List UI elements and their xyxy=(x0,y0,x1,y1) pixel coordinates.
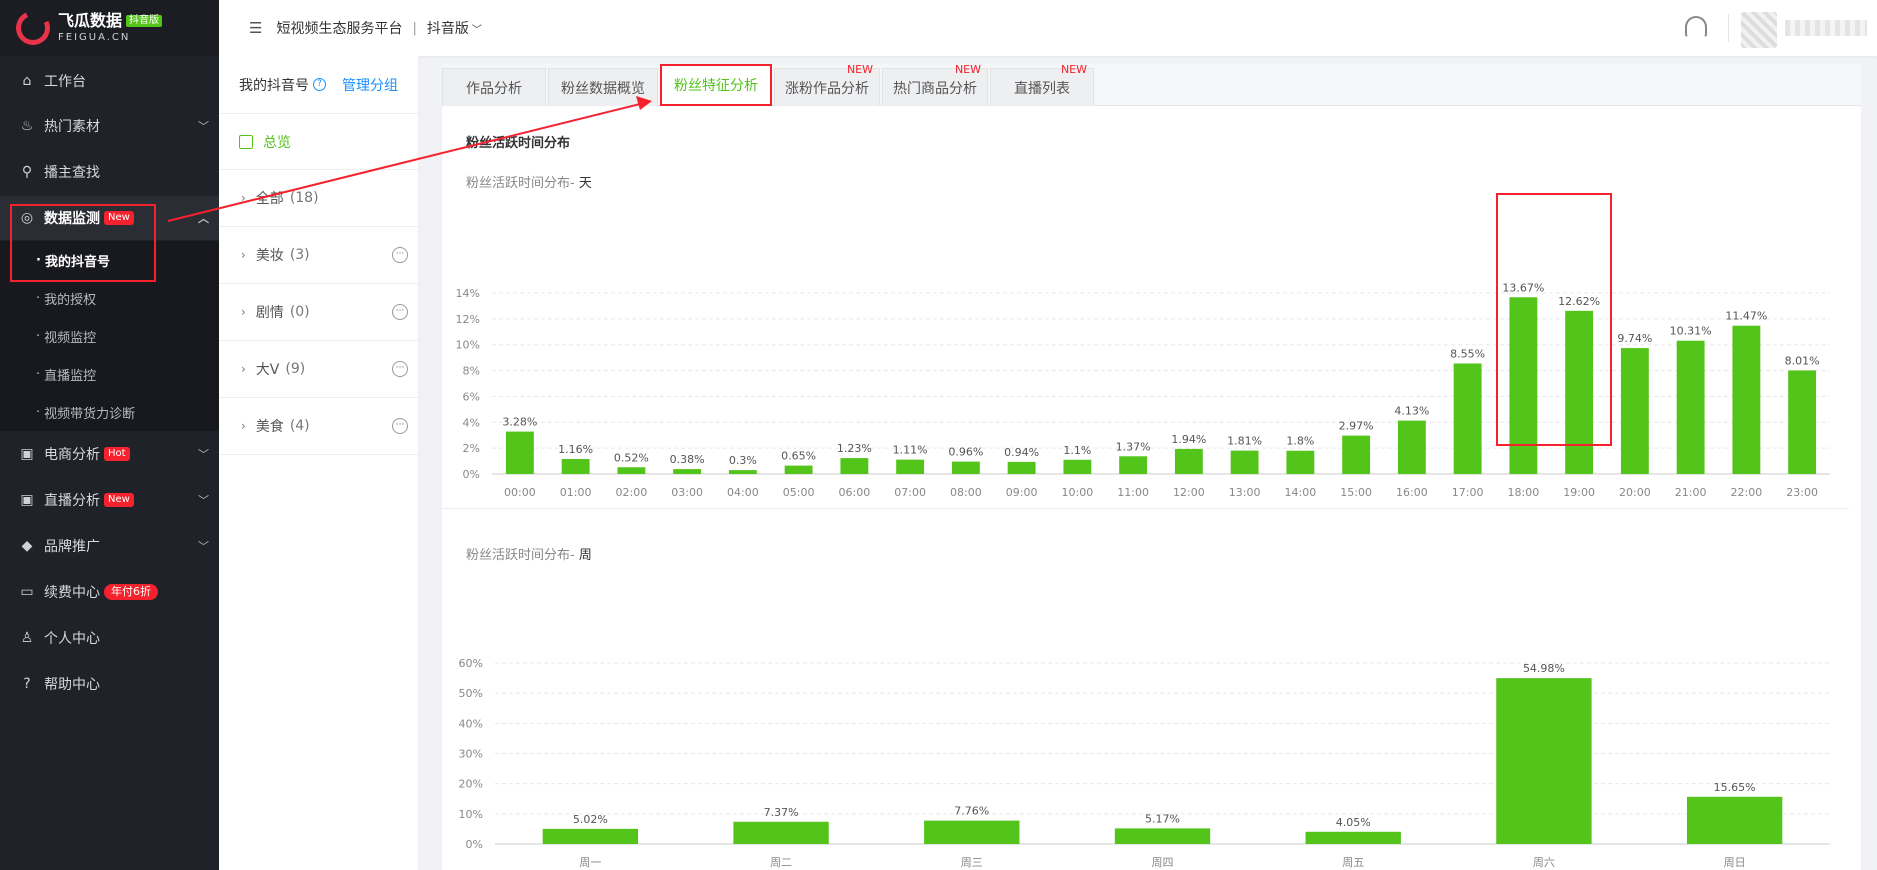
annotation-arrow xyxy=(167,96,652,222)
